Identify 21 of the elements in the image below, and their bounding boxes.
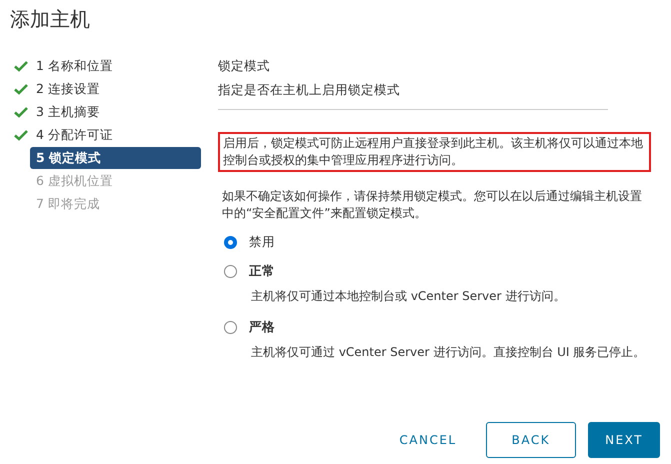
radio-button[interactable]: [224, 265, 237, 278]
option-description: 主机将仅可通过 vCenter Server 进行访问。直接控制台 UI 服务已停止。: [251, 344, 646, 361]
wizard-step[interactable]: 3 主机摘要: [30, 100, 201, 122]
section-subtitle: 指定是否在主机上启用锁定模式: [218, 82, 608, 110]
notice-text: 启用后，锁定模式可防止远程用户直接登录到此主机。该主机将仅可以通过本地控制台或授权的集中管理应用程序进行访问。: [218, 132, 651, 172]
option-label[interactable]: 禁用: [249, 234, 275, 251]
wizard-button[interactable]: BACK: [486, 422, 576, 458]
radio-button[interactable]: [224, 321, 237, 334]
option-label[interactable]: 正常: [249, 263, 275, 280]
wizard-step[interactable]: 5 锁定模式: [30, 146, 201, 168]
wizard-step[interactable]: 2 连接设置: [30, 78, 201, 100]
option-description: 主机将仅可通过本地控制台或 vCenter Server 进行访问。: [251, 288, 566, 305]
option-label[interactable]: 严格: [249, 319, 275, 336]
wizard-button[interactable]: CANCEL: [382, 422, 474, 458]
window-title: 添加主机: [9, 6, 91, 33]
wizard-step[interactable]: 1 名称和位置: [30, 54, 201, 76]
section-title: 锁定模式: [218, 58, 271, 75]
wizard-step[interactable]: 4 分配许可证: [30, 124, 201, 146]
hint-text: 如果不确定该如何操作，请保持禁用锁定模式。您可以在以后通过编辑主机设置中的“安全配置文件”来配置锁定模式。: [221, 188, 643, 222]
wizard-button[interactable]: NEXT: [588, 422, 660, 458]
radio-button[interactable]: [224, 236, 237, 249]
